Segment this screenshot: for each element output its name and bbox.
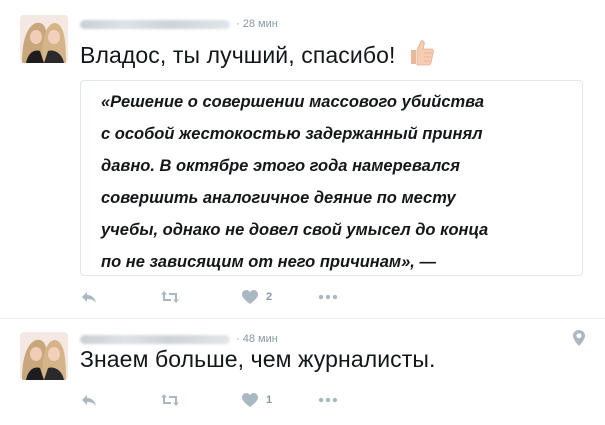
more-button[interactable] (318, 390, 338, 410)
retweet-icon (161, 291, 179, 303)
heart-icon (242, 392, 258, 407)
thumbs-up-emoji-icon (406, 37, 436, 73)
quote-line: давно. В октябре этого года намеревался (101, 157, 460, 175)
retweet-button[interactable] (160, 390, 242, 410)
like-count: 2 (266, 291, 273, 303)
heart-icon (242, 289, 258, 304)
tweet-text-content: Владос, ты лучший, спасибо! (80, 42, 396, 68)
quote-line: по не зависящим от него причинам», — (101, 253, 436, 271)
like-button[interactable]: 1 (242, 390, 318, 410)
tweet-actions: 1 (80, 390, 338, 410)
blurred-username[interactable] (80, 19, 230, 29)
quote-line: с особой жестокостью задержанный принял (101, 125, 483, 143)
timestamp-text: 28 мин (242, 18, 278, 30)
retweet-button[interactable] (160, 287, 242, 307)
quoted-text-card[interactable]: «Решение о совершении массового убийства… (80, 80, 583, 276)
avatar-image (20, 15, 68, 63)
location-pin-icon[interactable] (573, 330, 585, 346)
tweet-text-content: Знаем больше, чем журналисты. (80, 346, 436, 372)
timestamp-text: 48 мин (242, 333, 278, 345)
blurred-username[interactable] (80, 334, 230, 344)
quote-line: совершить аналогичное деяние по месту (101, 189, 456, 207)
tweet-header: · 28 мин (80, 15, 278, 33)
avatar[interactable] (20, 332, 68, 380)
reply-button[interactable] (80, 287, 160, 307)
reply-button[interactable] (80, 390, 160, 410)
more-button[interactable] (318, 287, 338, 307)
like-count: 1 (266, 394, 273, 406)
retweet-icon (161, 394, 179, 406)
avatar[interactable] (20, 15, 68, 63)
tweet-actions: 2 (80, 287, 338, 307)
quote-line: учебы, однако не довел свой умысел до ко… (101, 221, 489, 239)
like-button[interactable]: 2 (242, 287, 318, 307)
tweet-item[interactable]: · 28 мин Владос, ты лучший, спасибо! «Ре… (0, 0, 605, 319)
tweet-item[interactable]: · 48 мин Знаем больше, чем журналисты. 1 (0, 319, 605, 425)
tweet-text: Владос, ты лучший, спасибо! (80, 37, 436, 73)
more-icon (318, 397, 338, 403)
reply-icon (82, 395, 96, 406)
timestamp[interactable]: · 48 мин (236, 333, 278, 345)
quote-line: «Решение о совершении массового убийства (101, 93, 485, 111)
tweet-text: Знаем больше, чем журналисты. (80, 346, 436, 373)
more-icon (318, 294, 338, 300)
reply-icon (82, 292, 96, 303)
timestamp[interactable]: · 28 мин (236, 18, 278, 30)
avatar-image (20, 332, 68, 380)
